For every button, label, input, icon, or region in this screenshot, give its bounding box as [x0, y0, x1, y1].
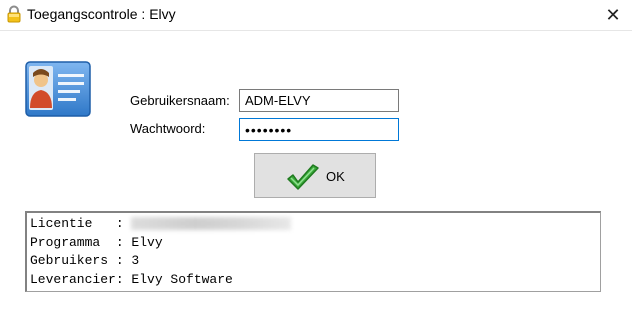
redacted-license-value	[131, 217, 292, 231]
license-info-box[interactable]: Licentie : Programma : Elvy Gebruikers :…	[25, 211, 601, 292]
close-button[interactable]: ✕	[594, 0, 632, 30]
close-icon: ✕	[605, 5, 621, 25]
username-field[interactable]	[239, 89, 399, 112]
id-card-icon	[25, 61, 91, 117]
window-title: Toegangscontrole : Elvy	[27, 6, 176, 22]
program-line: Programma : Elvy	[30, 234, 163, 250]
ok-button[interactable]: OK	[254, 153, 376, 198]
password-label: Wachtwoord:	[130, 121, 206, 136]
title-divider	[0, 30, 632, 31]
title-bar: Toegangscontrole : Elvy ✕	[0, 0, 632, 30]
password-field[interactable]	[239, 118, 399, 141]
ok-label: OK	[326, 169, 345, 184]
license-label: Licentie :	[30, 216, 132, 231]
license-line: Licentie :	[30, 215, 600, 234]
username-label: Gebruikersnaam:	[130, 93, 230, 108]
supplier-line: Leverancier: Elvy Software	[30, 271, 233, 287]
users-line: Gebruikers : 3	[30, 253, 140, 268]
checkmark-icon	[287, 164, 319, 190]
lock-icon	[7, 5, 21, 23]
